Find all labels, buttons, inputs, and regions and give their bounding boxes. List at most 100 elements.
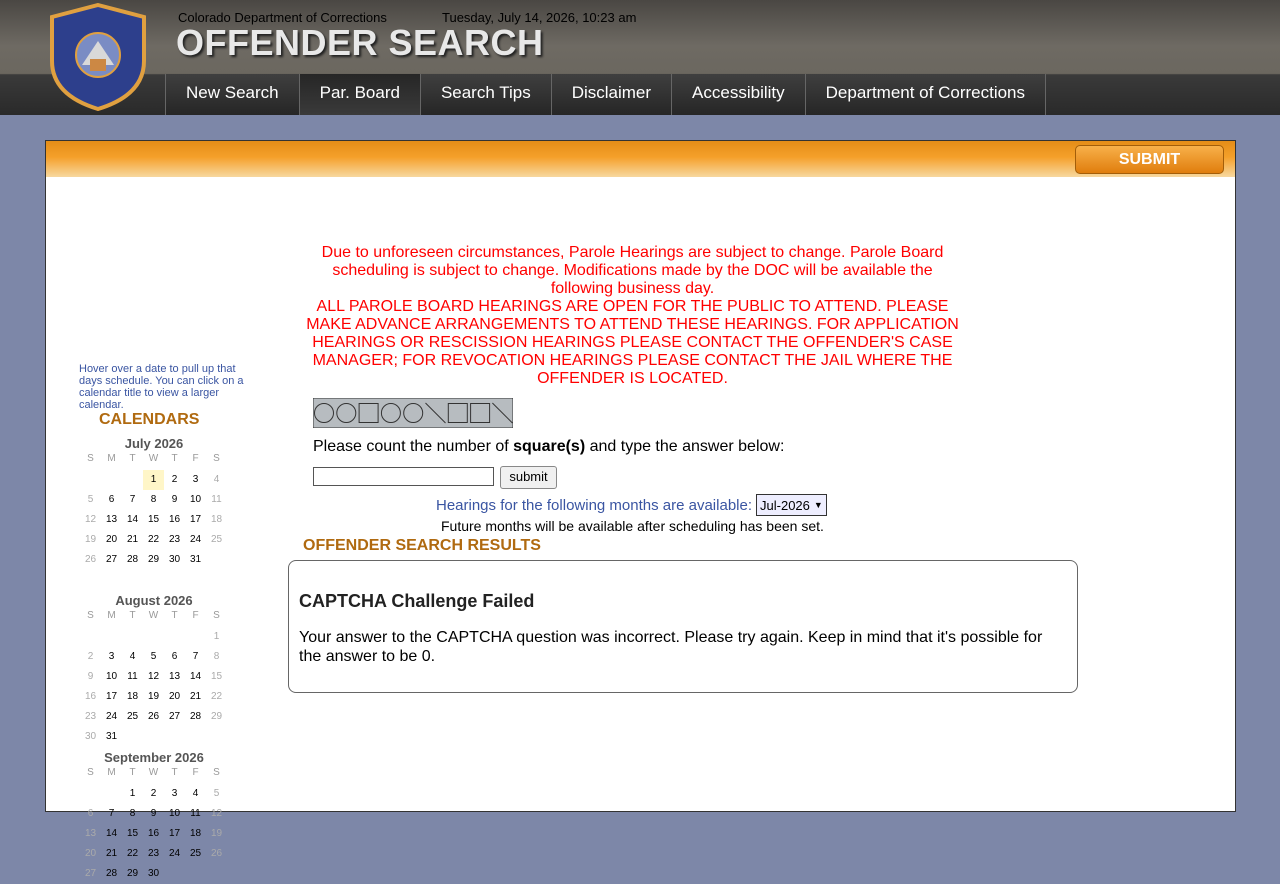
calendar-day[interactable]: 7 — [122, 490, 143, 510]
calendar-day[interactable]: 2 — [80, 647, 101, 667]
calendar-day[interactable]: 3 — [185, 470, 206, 490]
calendar-day[interactable]: 17 — [164, 824, 185, 844]
calendar-day[interactable]: 9 — [80, 667, 101, 687]
calendar-day[interactable]: 15 — [122, 824, 143, 844]
nav-item-par-board[interactable]: Par. Board — [299, 74, 421, 115]
calendar-day[interactable]: 3 — [101, 647, 122, 667]
calendar-day[interactable]: 15 — [143, 510, 164, 530]
calendar-day[interactable]: 16 — [143, 824, 164, 844]
calendar-day[interactable]: 22 — [143, 530, 164, 550]
calendar-day[interactable]: 9 — [143, 804, 164, 824]
calendar-day[interactable]: 4 — [122, 647, 143, 667]
calendar-day[interactable]: 14 — [185, 667, 206, 687]
calendar-day[interactable]: 11 — [185, 804, 206, 824]
calendar-day[interactable]: 7 — [185, 647, 206, 667]
calendar-day[interactable]: 17 — [101, 687, 122, 707]
calendar-day[interactable]: 10 — [101, 667, 122, 687]
calendar-day[interactable]: 10 — [164, 804, 185, 824]
calendar-day[interactable]: 21 — [122, 530, 143, 550]
calendar-day[interactable]: 17 — [185, 510, 206, 530]
calendar-day[interactable]: 24 — [164, 844, 185, 864]
calendar-day[interactable]: 1 — [206, 627, 227, 647]
calendar-day[interactable]: 19 — [143, 687, 164, 707]
calendar-title[interactable]: September 2026 — [80, 750, 228, 767]
calendar-day[interactable]: 27 — [101, 550, 122, 570]
calendar-day[interactable]: 18 — [122, 687, 143, 707]
submit-button[interactable]: SUBMIT — [1075, 145, 1224, 174]
calendar-day[interactable]: 2 — [164, 470, 185, 490]
calendar-day[interactable]: 6 — [164, 647, 185, 667]
calendar-day[interactable]: 15 — [206, 667, 227, 687]
calendar-day[interactable]: 19 — [206, 824, 227, 844]
calendar-day[interactable]: 21 — [185, 687, 206, 707]
calendar-day[interactable]: 5 — [206, 784, 227, 804]
calendar-day[interactable]: 5 — [143, 647, 164, 667]
calendar-day[interactable]: 24 — [185, 530, 206, 550]
calendar-day[interactable]: 13 — [80, 824, 101, 844]
calendar-day[interactable]: 7 — [101, 804, 122, 824]
calendar-day[interactable]: 28 — [122, 550, 143, 570]
calendar-day[interactable]: 12 — [206, 804, 227, 824]
calendar-day[interactable]: 8 — [143, 490, 164, 510]
calendar-day[interactable]: 31 — [101, 727, 122, 747]
calendar-day[interactable]: 30 — [164, 550, 185, 570]
calendar-day[interactable]: 29 — [143, 550, 164, 570]
calendar-day[interactable]: 27 — [80, 864, 101, 884]
captcha-answer-input[interactable] — [313, 467, 494, 486]
calendar-day[interactable]: 2 — [143, 784, 164, 804]
calendar-title[interactable]: July 2026 — [80, 436, 228, 453]
calendar-day[interactable]: 14 — [101, 824, 122, 844]
nav-item-disclaimer[interactable]: Disclaimer — [551, 74, 673, 115]
calendar-day[interactable]: 27 — [164, 707, 185, 727]
calendar-day[interactable]: 9 — [164, 490, 185, 510]
calendar-day[interactable]: 10 — [185, 490, 206, 510]
calendar-day[interactable]: 28 — [185, 707, 206, 727]
calendar-day[interactable]: 1 — [122, 784, 143, 804]
calendar-day[interactable]: 4 — [206, 470, 227, 490]
calendar-day[interactable]: 26 — [206, 844, 227, 864]
calendar-day[interactable]: 25 — [206, 530, 227, 550]
calendar-day[interactable]: 14 — [122, 510, 143, 530]
calendar-day[interactable]: 4 — [185, 784, 206, 804]
colorado-doc-seal-logo[interactable] — [48, 3, 148, 111]
calendar-day[interactable]: 16 — [80, 687, 101, 707]
calendar-day[interactable]: 23 — [164, 530, 185, 550]
calendar-day[interactable]: 28 — [101, 864, 122, 884]
calendar-day[interactable]: 1 — [143, 470, 164, 490]
calendar-day[interactable]: 26 — [143, 707, 164, 727]
calendar-day[interactable]: 16 — [164, 510, 185, 530]
calendar-day[interactable]: 12 — [143, 667, 164, 687]
calendar-day[interactable]: 25 — [185, 844, 206, 864]
captcha-submit-button[interactable]: submit — [500, 466, 557, 489]
calendar-day[interactable]: 20 — [80, 844, 101, 864]
nav-item-accessibility[interactable]: Accessibility — [672, 74, 806, 115]
calendar-day[interactable]: 8 — [206, 647, 227, 667]
calendar-day[interactable]: 26 — [80, 550, 101, 570]
calendar-day[interactable]: 23 — [143, 844, 164, 864]
calendar-day[interactable]: 24 — [101, 707, 122, 727]
calendar-day[interactable]: 12 — [80, 510, 101, 530]
calendar-day[interactable]: 13 — [164, 667, 185, 687]
calendar-day[interactable]: 19 — [80, 530, 101, 550]
calendar-day[interactable]: 25 — [122, 707, 143, 727]
calendar-day[interactable]: 30 — [143, 864, 164, 884]
calendar-day[interactable]: 11 — [122, 667, 143, 687]
calendar-day[interactable]: 18 — [206, 510, 227, 530]
calendar-day[interactable]: 13 — [101, 510, 122, 530]
calendar-day[interactable]: 30 — [80, 727, 101, 747]
calendar-title[interactable]: August 2026 — [80, 593, 228, 610]
calendar-day[interactable]: 11 — [206, 490, 227, 510]
calendar-day[interactable]: 8 — [122, 804, 143, 824]
calendar-day[interactable]: 22 — [206, 687, 227, 707]
calendar-day[interactable]: 20 — [164, 687, 185, 707]
calendar-day[interactable]: 5 — [80, 490, 101, 510]
calendar-day[interactable]: 21 — [101, 844, 122, 864]
calendar-day[interactable]: 3 — [164, 784, 185, 804]
calendar-day[interactable]: 29 — [206, 707, 227, 727]
calendar-day[interactable]: 29 — [122, 864, 143, 884]
calendar-day[interactable]: 6 — [80, 804, 101, 824]
calendar-day[interactable]: 20 — [101, 530, 122, 550]
calendar-day[interactable]: 22 — [122, 844, 143, 864]
calendar-day[interactable]: 18 — [185, 824, 206, 844]
calendar-day[interactable]: 6 — [101, 490, 122, 510]
